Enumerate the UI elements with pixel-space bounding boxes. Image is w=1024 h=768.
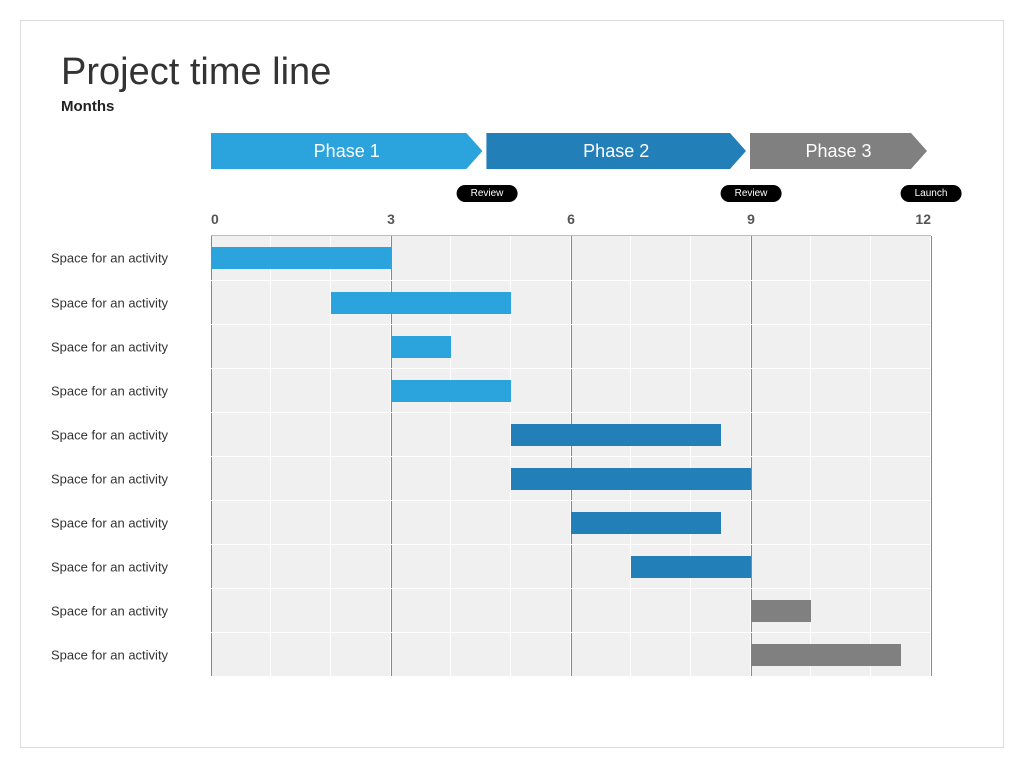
activity-label: Space for an activity	[51, 251, 201, 266]
activity-label: Space for an activity	[51, 603, 201, 618]
gantt-row: Space for an activity	[211, 544, 931, 588]
milestone-pill-3: Launch	[901, 185, 962, 202]
phase-row: Phase 1Phase 2Phase 3	[211, 133, 931, 169]
gantt-chart: Space for an activitySpace for an activi…	[211, 235, 931, 676]
slide-frame: Project time line Months Phase 1Phase 2P…	[20, 20, 1004, 748]
activity-label: Space for an activity	[51, 471, 201, 486]
activity-label: Space for an activity	[51, 339, 201, 354]
axis-tick: 3	[387, 211, 395, 227]
phase-arrow-2: Phase 2	[486, 133, 746, 169]
axis-tick: 9	[747, 211, 755, 227]
activity-label: Space for an activity	[51, 647, 201, 662]
axis-tick: 12	[915, 211, 931, 227]
activity-bar	[511, 468, 751, 490]
gantt-row: Space for an activity	[211, 412, 931, 456]
page-title: Project time line	[61, 51, 963, 94]
chart-area: Phase 1Phase 2Phase 3 ReviewReviewLaunch…	[211, 133, 931, 676]
axis-tick: 6	[567, 211, 575, 227]
activity-bar	[751, 600, 811, 622]
milestone-pill-2: Review	[721, 185, 782, 202]
activity-bar	[571, 512, 721, 534]
gantt-row: Space for an activity	[211, 500, 931, 544]
activity-label: Space for an activity	[51, 515, 201, 530]
milestone-pill-1: Review	[457, 185, 518, 202]
gantt-row: Space for an activity	[211, 324, 931, 368]
gantt-row: Space for an activity	[211, 236, 931, 280]
activity-bar	[391, 380, 511, 402]
activity-bar	[211, 247, 391, 269]
gantt-row: Space for an activity	[211, 456, 931, 500]
phase-arrow-3: Phase 3	[750, 133, 927, 169]
activity-label: Space for an activity	[51, 383, 201, 398]
phase-arrow-1: Phase 1	[211, 133, 482, 169]
activity-bar	[751, 644, 901, 666]
activity-label: Space for an activity	[51, 295, 201, 310]
gantt-row: Space for an activity	[211, 588, 931, 632]
gantt-row: Space for an activity	[211, 280, 931, 324]
activity-label: Space for an activity	[51, 427, 201, 442]
activity-bar	[391, 336, 451, 358]
activity-bar	[331, 292, 511, 314]
grid-major-line	[931, 236, 932, 676]
page-subtitle: Months	[61, 98, 963, 115]
gantt-row: Space for an activity	[211, 632, 931, 676]
axis-row: 0 3 6 9 12	[211, 211, 931, 235]
activity-label: Space for an activity	[51, 559, 201, 574]
activity-bar	[631, 556, 751, 578]
activity-bar	[511, 424, 721, 446]
milestone-row: ReviewReviewLaunch	[211, 185, 931, 209]
axis-tick: 0	[211, 211, 219, 227]
gantt-row: Space for an activity	[211, 368, 931, 412]
